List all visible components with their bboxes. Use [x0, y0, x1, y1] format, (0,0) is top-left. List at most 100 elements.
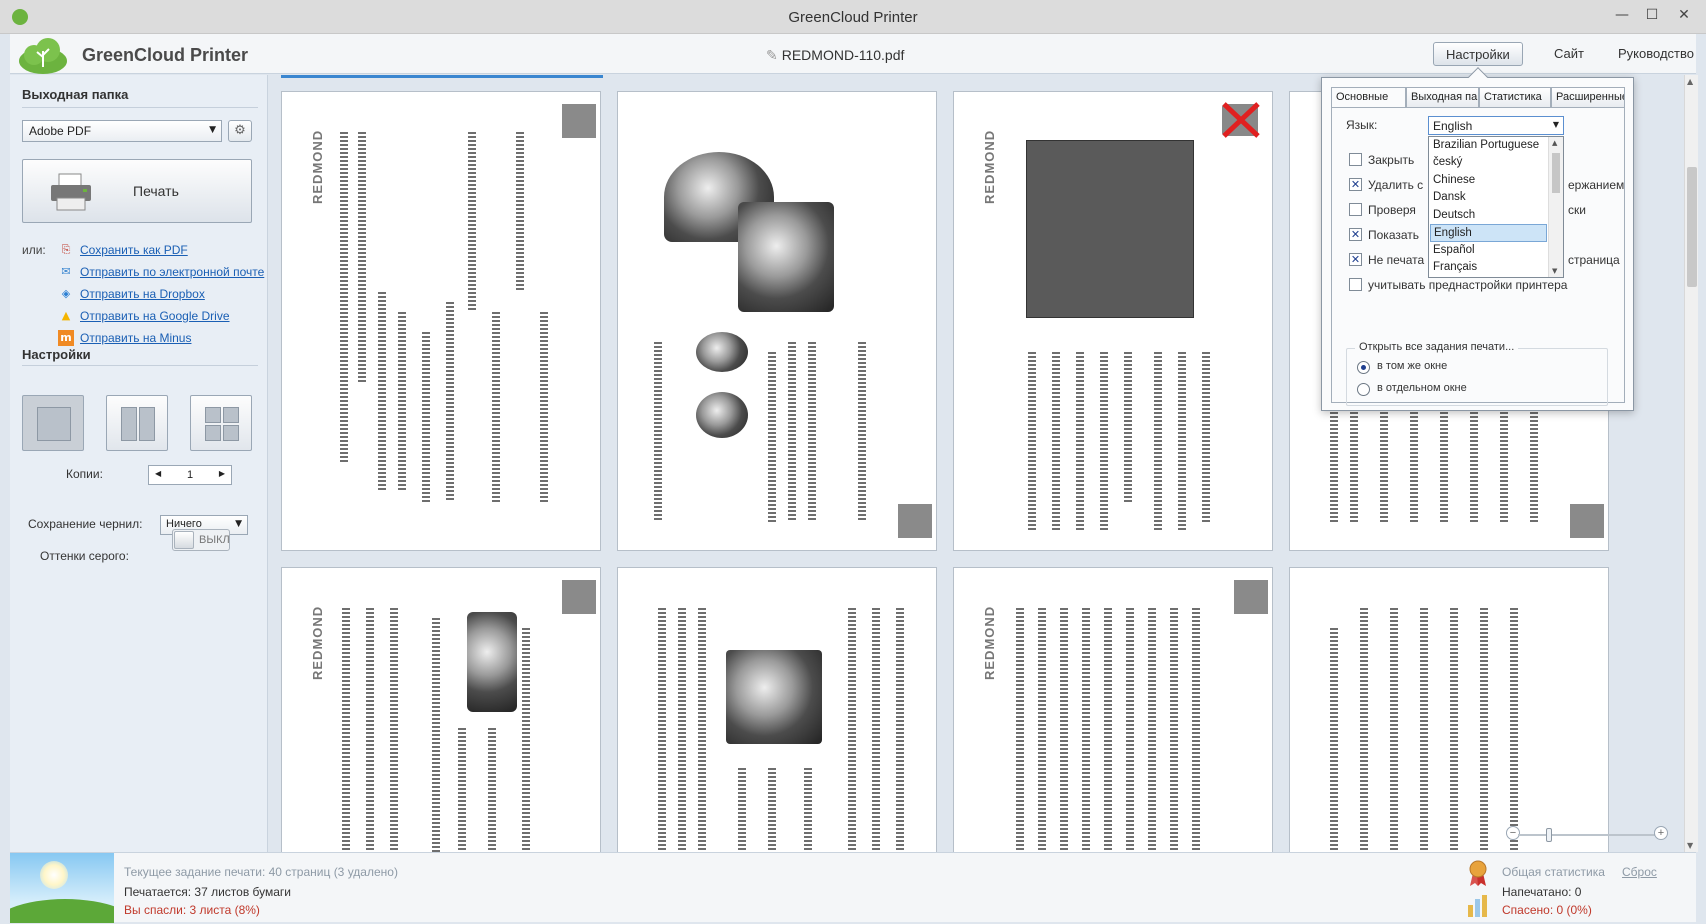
- scroll-up-icon[interactable]: ▲: [1552, 139, 1557, 147]
- print-button[interactable]: Печать: [22, 159, 252, 223]
- text-column: [492, 312, 500, 502]
- text-column: [1510, 608, 1518, 852]
- open-jobs-legend: Открыть все задания печати...: [1355, 341, 1519, 353]
- two-pages-icon: [121, 407, 155, 441]
- language-option[interactable]: český: [1430, 154, 1547, 172]
- text-column: [1350, 392, 1358, 522]
- language-option[interactable]: Deutsch: [1430, 207, 1547, 225]
- language-select-value: English: [1433, 119, 1473, 133]
- app-name: GreenCloud Printer: [82, 45, 249, 65]
- scroll-down-icon[interactable]: ▼: [1687, 841, 1693, 850]
- check-option-checkbox[interactable]: [1349, 203, 1362, 216]
- language-option[interactable]: Brazilian Portuguese: [1430, 137, 1547, 155]
- text-column: [768, 768, 776, 852]
- send-minus-label[interactable]: Отправить на Minus: [80, 331, 191, 345]
- send-email-link[interactable]: ✉ Отправить по электронной почте: [58, 263, 264, 281]
- text-column: [1470, 392, 1478, 522]
- copies-stepper[interactable]: ◀ 1 ▶: [148, 465, 232, 485]
- page-thumbnail[interactable]: [1289, 567, 1609, 852]
- close-option-checkbox[interactable]: [1349, 153, 1362, 166]
- site-link[interactable]: Сайт: [1542, 42, 1596, 66]
- language-option[interactable]: Chinese: [1430, 172, 1547, 190]
- page-brand: REDMOND: [982, 605, 997, 680]
- save-as-pdf-label[interactable]: Сохранить как PDF: [80, 243, 188, 257]
- text-column: [390, 608, 398, 852]
- language-option[interactable]: Dansk: [1430, 189, 1547, 207]
- close-button[interactable]: ✕: [1670, 4, 1698, 26]
- language-option-selected[interactable]: English: [1430, 224, 1547, 242]
- text-column: [1016, 608, 1024, 852]
- minimize-button[interactable]: —: [1608, 4, 1636, 26]
- text-column: [1082, 608, 1090, 852]
- scrollbar-thumb[interactable]: [1687, 167, 1697, 287]
- save-as-pdf-link[interactable]: ⎘ Сохранить как PDF: [58, 241, 188, 259]
- language-dropdown-list[interactable]: Brazilian Portuguese český Chinese Dansk…: [1428, 136, 1564, 278]
- settings-title: Настройки: [22, 347, 91, 362]
- send-email-label[interactable]: Отправить по электронной почте: [80, 265, 264, 279]
- maximize-button[interactable]: ☐: [1638, 4, 1666, 26]
- printer-presets-checkbox[interactable]: [1349, 278, 1362, 291]
- reset-stats-link[interactable]: Сброс: [1622, 865, 1657, 879]
- send-google-drive-link[interactable]: ▲ Отправить на Google Drive: [58, 307, 230, 325]
- selection-marker: [281, 75, 603, 78]
- email-icon: ✉: [61, 265, 71, 278]
- hands-photo: [726, 650, 822, 744]
- grayscale-toggle[interactable]: ВЫКЛ: [172, 529, 230, 551]
- increment-icon[interactable]: ▶: [219, 469, 225, 478]
- page-thumbnail[interactable]: REDMOND: [953, 567, 1273, 852]
- page-thumbnail[interactable]: REDMOND: [281, 91, 601, 551]
- page-thumbnail[interactable]: REDMOND: [953, 91, 1273, 551]
- pencil-icon[interactable]: ✎: [766, 48, 778, 64]
- language-list-scrollbar[interactable]: ▲ ▼: [1548, 137, 1563, 277]
- show-option-checkbox[interactable]: ✕: [1349, 228, 1362, 241]
- page-number-badge: [562, 104, 596, 138]
- tab-general[interactable]: Основные: [1331, 87, 1406, 108]
- delete-option-checkbox[interactable]: ✕: [1349, 178, 1362, 191]
- zoom-knob[interactable]: [1546, 828, 1552, 842]
- send-google-drive-label[interactable]: Отправить на Google Drive: [80, 309, 230, 323]
- text-column: [1390, 608, 1398, 852]
- scrollbar-thumb[interactable]: [1552, 153, 1560, 193]
- toggle-knob: [174, 531, 194, 549]
- zoom-track[interactable]: [1518, 834, 1656, 836]
- layout-1-page-button[interactable]: [22, 395, 84, 451]
- zoom-slider[interactable]: − +: [1506, 826, 1668, 844]
- left-panel: Выходная папка Adobe PDF ▼ ⚙ Печать или:…: [10, 75, 268, 852]
- pdf-icon: ⎘: [61, 243, 71, 256]
- page-deleted-icon[interactable]: [1218, 100, 1262, 140]
- settings-button[interactable]: Настройки: [1433, 42, 1523, 66]
- send-dropbox-link[interactable]: ◈ Отправить на Dropbox: [58, 285, 205, 303]
- printed-total: Напечатано: 0: [1502, 885, 1582, 899]
- language-option[interactable]: Français: [1430, 259, 1547, 277]
- page-thumbnail[interactable]: REDMOND: [281, 567, 601, 852]
- zoom-out-icon[interactable]: −: [1506, 826, 1520, 840]
- same-window-radio[interactable]: [1357, 361, 1370, 374]
- tab-advanced[interactable]: Расширенные: [1551, 87, 1625, 107]
- zoom-in-icon[interactable]: +: [1654, 826, 1668, 840]
- page-thumbnail[interactable]: [617, 91, 937, 551]
- send-minus-link[interactable]: m Отправить на Minus: [58, 329, 191, 347]
- print-button-label: Печать: [133, 183, 179, 199]
- tab-output-folder[interactable]: Выходная папка: [1406, 87, 1479, 107]
- tab-statistics[interactable]: Статистика: [1479, 87, 1551, 107]
- output-folder-select[interactable]: Adobe PDF ▼: [22, 120, 222, 142]
- text-column: [366, 608, 374, 852]
- new-window-radio[interactable]: [1357, 383, 1370, 396]
- text-column: [1178, 352, 1186, 532]
- no-print-option-checkbox[interactable]: ✕: [1349, 253, 1362, 266]
- layout-2-pages-button[interactable]: [106, 395, 168, 451]
- page-thumbnail[interactable]: [617, 567, 937, 852]
- layout-4-pages-button[interactable]: [190, 395, 252, 451]
- manual-link[interactable]: Руководство: [1606, 42, 1696, 66]
- ink-saving-label: Сохранение чернил:: [28, 517, 143, 531]
- scroll-down-icon[interactable]: ▼: [1552, 267, 1557, 275]
- scroll-up-icon[interactable]: ▲: [1687, 77, 1693, 86]
- send-dropbox-label[interactable]: Отправить на Dropbox: [80, 287, 205, 301]
- language-select[interactable]: English ▼: [1428, 116, 1564, 135]
- gear-icon[interactable]: ⚙: [228, 120, 252, 142]
- vertical-scrollbar[interactable]: ▲ ▼: [1684, 75, 1698, 852]
- language-option[interactable]: Español: [1430, 242, 1547, 260]
- saved-text: Вы спасли: 3 листа (8%): [124, 903, 260, 917]
- app-header: GreenCloud Printer ✎ REDMOND-110.pdf Наст…: [10, 34, 1696, 74]
- text-column: [1330, 628, 1338, 852]
